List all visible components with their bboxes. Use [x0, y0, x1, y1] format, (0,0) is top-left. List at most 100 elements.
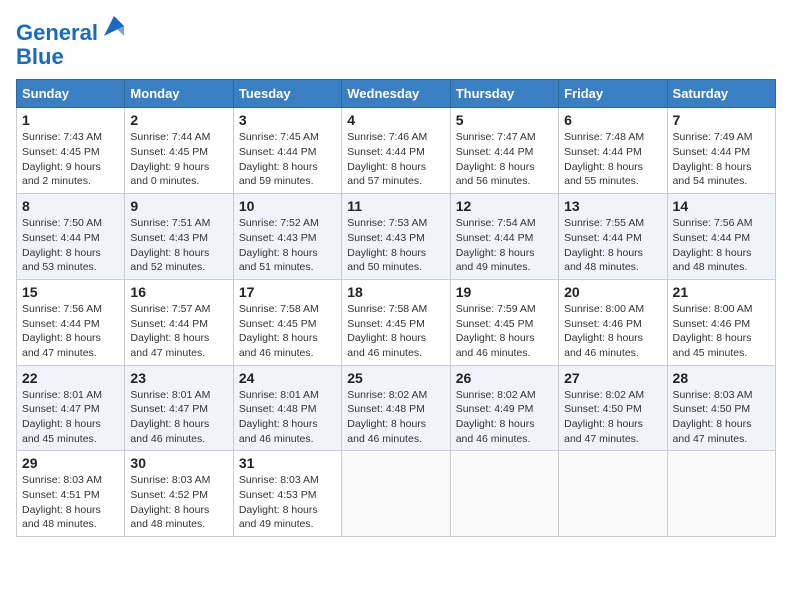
day-info: Sunrise: 7:57 AMSunset: 4:44 PMDaylight:… [130, 302, 227, 361]
calendar-cell: 22 Sunrise: 8:01 AMSunset: 4:47 PMDayligh… [17, 365, 125, 451]
day-number: 7 [673, 112, 770, 128]
calendar-cell: 19 Sunrise: 7:59 AMSunset: 4:45 PMDayligh… [450, 279, 558, 365]
day-info: Sunrise: 8:00 AMSunset: 4:46 PMDaylight:… [564, 302, 661, 361]
day-number: 31 [239, 455, 336, 471]
day-info: Sunrise: 7:58 AMSunset: 4:45 PMDaylight:… [239, 302, 336, 361]
day-info: Sunrise: 7:53 AMSunset: 4:43 PMDaylight:… [347, 216, 444, 275]
calendar-week-3: 15 Sunrise: 7:56 AMSunset: 4:44 PMDayligh… [17, 279, 776, 365]
calendar-cell: 21 Sunrise: 8:00 AMSunset: 4:46 PMDayligh… [667, 279, 775, 365]
weekday-friday: Friday [559, 80, 667, 108]
calendar-week-2: 8 Sunrise: 7:50 AMSunset: 4:44 PMDaylight… [17, 194, 776, 280]
weekday-saturday: Saturday [667, 80, 775, 108]
weekday-wednesday: Wednesday [342, 80, 450, 108]
day-info: Sunrise: 7:49 AMSunset: 4:44 PMDaylight:… [673, 130, 770, 189]
logo-icon [100, 12, 128, 40]
calendar-cell: 15 Sunrise: 7:56 AMSunset: 4:44 PMDayligh… [17, 279, 125, 365]
day-number: 15 [22, 284, 119, 300]
logo-blue: Blue [16, 44, 64, 69]
day-number: 21 [673, 284, 770, 300]
calendar-cell: 31 Sunrise: 8:03 AMSunset: 4:53 PMDayligh… [233, 451, 341, 537]
day-number: 17 [239, 284, 336, 300]
day-info: Sunrise: 7:51 AMSunset: 4:43 PMDaylight:… [130, 216, 227, 275]
calendar-cell: 10 Sunrise: 7:52 AMSunset: 4:43 PMDayligh… [233, 194, 341, 280]
logo-general: General [16, 20, 98, 45]
weekday-monday: Monday [125, 80, 233, 108]
calendar-week-4: 22 Sunrise: 8:01 AMSunset: 4:47 PMDayligh… [17, 365, 776, 451]
day-number: 20 [564, 284, 661, 300]
calendar-cell: 17 Sunrise: 7:58 AMSunset: 4:45 PMDayligh… [233, 279, 341, 365]
day-info: Sunrise: 7:56 AMSunset: 4:44 PMDaylight:… [22, 302, 119, 361]
day-info: Sunrise: 7:48 AMSunset: 4:44 PMDaylight:… [564, 130, 661, 189]
calendar-cell: 4 Sunrise: 7:46 AMSunset: 4:44 PMDaylight… [342, 108, 450, 194]
day-info: Sunrise: 7:45 AMSunset: 4:44 PMDaylight:… [239, 130, 336, 189]
day-number: 9 [130, 198, 227, 214]
day-info: Sunrise: 7:56 AMSunset: 4:44 PMDaylight:… [673, 216, 770, 275]
calendar-cell: 3 Sunrise: 7:45 AMSunset: 4:44 PMDaylight… [233, 108, 341, 194]
calendar-cell: 1Sunrise: 7:43 AMSunset: 4:45 PMDaylight… [17, 108, 125, 194]
day-number: 4 [347, 112, 444, 128]
calendar-cell [342, 451, 450, 537]
day-info: Sunrise: 8:01 AMSunset: 4:47 PMDaylight:… [22, 388, 119, 447]
day-number: 13 [564, 198, 661, 214]
day-info: Sunrise: 7:52 AMSunset: 4:43 PMDaylight:… [239, 216, 336, 275]
day-info: Sunrise: 8:01 AMSunset: 4:47 PMDaylight:… [130, 388, 227, 447]
day-info: Sunrise: 8:03 AMSunset: 4:51 PMDaylight:… [22, 473, 119, 532]
calendar-cell: 30 Sunrise: 8:03 AMSunset: 4:52 PMDayligh… [125, 451, 233, 537]
day-number: 30 [130, 455, 227, 471]
day-number: 5 [456, 112, 553, 128]
day-number: 2 [130, 112, 227, 128]
weekday-sunday: Sunday [17, 80, 125, 108]
calendar-cell [559, 451, 667, 537]
calendar-cell: 13Sunrise: 7:55 AMSunset: 4:44 PMDayligh… [559, 194, 667, 280]
day-number: 24 [239, 370, 336, 386]
weekday-thursday: Thursday [450, 80, 558, 108]
calendar-week-5: 29Sunrise: 8:03 AMSunset: 4:51 PMDayligh… [17, 451, 776, 537]
calendar-cell: 29Sunrise: 8:03 AMSunset: 4:51 PMDayligh… [17, 451, 125, 537]
day-number: 27 [564, 370, 661, 386]
day-number: 18 [347, 284, 444, 300]
day-info: Sunrise: 8:01 AMSunset: 4:48 PMDaylight:… [239, 388, 336, 447]
day-info: Sunrise: 8:03 AMSunset: 4:53 PMDaylight:… [239, 473, 336, 532]
page-header: General Blue [16, 16, 776, 69]
day-number: 8 [22, 198, 119, 214]
day-info: Sunrise: 7:59 AMSunset: 4:45 PMDaylight:… [456, 302, 553, 361]
calendar-cell: 5 Sunrise: 7:47 AMSunset: 4:44 PMDaylight… [450, 108, 558, 194]
day-number: 26 [456, 370, 553, 386]
logo: General Blue [16, 16, 128, 69]
day-number: 14 [673, 198, 770, 214]
calendar-week-1: 1Sunrise: 7:43 AMSunset: 4:45 PMDaylight… [17, 108, 776, 194]
calendar-table: SundayMondayTuesdayWednesdayThursdayFrid… [16, 79, 776, 537]
day-number: 16 [130, 284, 227, 300]
day-number: 19 [456, 284, 553, 300]
day-info: Sunrise: 8:02 AMSunset: 4:49 PMDaylight:… [456, 388, 553, 447]
day-info: Sunrise: 8:02 AMSunset: 4:50 PMDaylight:… [564, 388, 661, 447]
day-info: Sunrise: 7:50 AMSunset: 4:44 PMDaylight:… [22, 216, 119, 275]
day-number: 22 [22, 370, 119, 386]
calendar-cell: 23Sunrise: 8:01 AMSunset: 4:47 PMDayligh… [125, 365, 233, 451]
day-info: Sunrise: 8:02 AMSunset: 4:48 PMDaylight:… [347, 388, 444, 447]
day-info: Sunrise: 7:54 AMSunset: 4:44 PMDaylight:… [456, 216, 553, 275]
day-number: 3 [239, 112, 336, 128]
calendar-cell: 28Sunrise: 8:03 AMSunset: 4:50 PMDayligh… [667, 365, 775, 451]
calendar-cell: 14 Sunrise: 7:56 AMSunset: 4:44 PMDayligh… [667, 194, 775, 280]
calendar-cell: 18 Sunrise: 7:58 AMSunset: 4:45 PMDayligh… [342, 279, 450, 365]
day-info: Sunrise: 8:03 AMSunset: 4:52 PMDaylight:… [130, 473, 227, 532]
calendar-cell: 6 Sunrise: 7:48 AMSunset: 4:44 PMDaylight… [559, 108, 667, 194]
day-number: 10 [239, 198, 336, 214]
day-info: Sunrise: 7:46 AMSunset: 4:44 PMDaylight:… [347, 130, 444, 189]
day-number: 6 [564, 112, 661, 128]
day-info: Sunrise: 7:47 AMSunset: 4:44 PMDaylight:… [456, 130, 553, 189]
calendar-cell: 27 Sunrise: 8:02 AMSunset: 4:50 PMDayligh… [559, 365, 667, 451]
calendar-cell: 25Sunrise: 8:02 AMSunset: 4:48 PMDayligh… [342, 365, 450, 451]
day-info: Sunrise: 8:00 AMSunset: 4:46 PMDaylight:… [673, 302, 770, 361]
calendar-cell: 8 Sunrise: 7:50 AMSunset: 4:44 PMDaylight… [17, 194, 125, 280]
day-info: Sunrise: 8:03 AMSunset: 4:50 PMDaylight:… [673, 388, 770, 447]
calendar-cell: 12Sunrise: 7:54 AMSunset: 4:44 PMDayligh… [450, 194, 558, 280]
day-info: Sunrise: 7:58 AMSunset: 4:45 PMDaylight:… [347, 302, 444, 361]
calendar-cell: 11 Sunrise: 7:53 AMSunset: 4:43 PMDayligh… [342, 194, 450, 280]
day-number: 11 [347, 198, 444, 214]
calendar-cell [667, 451, 775, 537]
calendar-cell: 16 Sunrise: 7:57 AMSunset: 4:44 PMDayligh… [125, 279, 233, 365]
day-info: Sunrise: 7:44 AMSunset: 4:45 PMDaylight:… [130, 130, 227, 189]
calendar-cell: 7 Sunrise: 7:49 AMSunset: 4:44 PMDaylight… [667, 108, 775, 194]
